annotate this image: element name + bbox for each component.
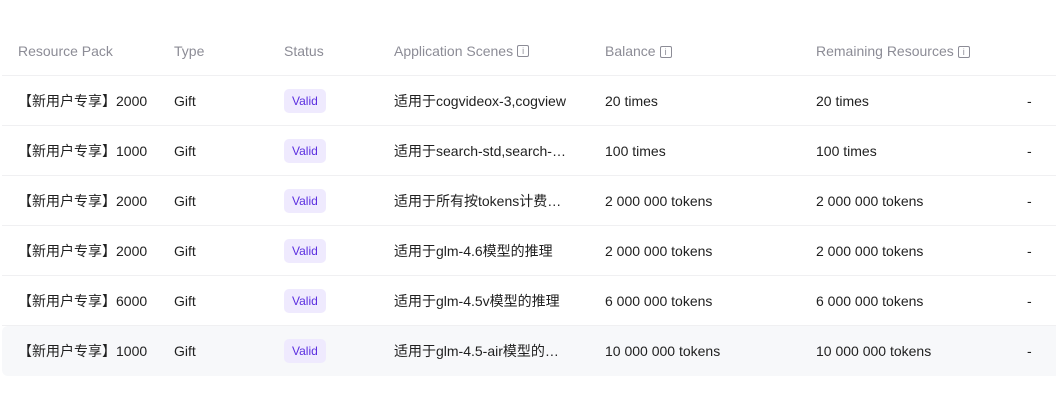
cell-resource-pack: 【新用户专享】2000 xyxy=(18,92,148,109)
header-type: Type xyxy=(174,42,205,59)
header-status: Status xyxy=(284,42,324,59)
cell-balance: 2 000 000 tokens xyxy=(605,192,713,209)
table-row[interactable]: 【新用户专享】1000 Gift Valid 适用于search-std,sea… xyxy=(2,126,1056,176)
cell-extra: - xyxy=(1027,92,1032,109)
cell-status: Valid xyxy=(284,288,394,313)
status-badge: Valid xyxy=(284,138,326,163)
cell-application-scenes: 适用于glm-4.5v模型的推理 xyxy=(394,292,560,309)
cell-type: Gift xyxy=(174,192,196,209)
table-row[interactable]: 【新用户专享】6000 Gift Valid 适用于glm-4.5v模型的推理 … xyxy=(2,276,1056,326)
cell-application-scenes: 适用于glm-4.6模型的推理 xyxy=(394,242,553,259)
cell-application-scenes: 适用于glm-4.5-air模型的推理 xyxy=(394,343,572,359)
cell-type: Gift xyxy=(174,343,196,359)
cell-resource-pack: 【新用户专享】2000 xyxy=(18,242,148,259)
cell-type: Gift xyxy=(174,92,196,109)
header-resource-pack: Resource Pack xyxy=(18,42,113,59)
cell-remaining: 100 times xyxy=(816,142,877,159)
cell-status: Valid xyxy=(284,339,394,363)
info-icon[interactable]: i xyxy=(659,45,672,58)
cell-status: Valid xyxy=(284,88,394,113)
cell-remaining: 10 000 000 tokens xyxy=(816,343,932,359)
cell-balance: 10 000 000 tokens xyxy=(605,343,721,359)
status-badge: Valid xyxy=(284,288,326,313)
cell-type: Gift xyxy=(174,142,196,159)
status-badge: Valid xyxy=(284,339,326,363)
table-row[interactable]: 【新用户专享】2000 Gift Valid 适用于cogvideox-3,co… xyxy=(2,76,1056,126)
cell-balance: 100 times xyxy=(605,142,666,159)
cell-remaining: 2 000 000 tokens xyxy=(816,242,924,259)
cell-remaining: 2 000 000 tokens xyxy=(816,192,924,209)
header-balance: Balance i xyxy=(605,43,816,59)
cell-extra: - xyxy=(1027,343,1032,359)
header-application-scenes: Application Scenes i xyxy=(394,42,605,59)
status-badge: Valid xyxy=(284,238,326,263)
cell-application-scenes: 适用于search-std,search-pro xyxy=(394,142,572,159)
cell-remaining: 6 000 000 tokens xyxy=(816,292,924,309)
cell-balance: 20 times xyxy=(605,92,658,109)
cell-application-scenes: 适用于cogvideox-3,cogview xyxy=(394,92,566,109)
cell-resource-pack: 【新用户专享】2000 xyxy=(18,192,148,209)
cell-resource-pack: 【新用户专享】6000 xyxy=(18,292,148,309)
cell-type: Gift xyxy=(174,292,196,309)
table-row[interactable]: 【新用户专享】1000 Gift Valid 适用于glm-4.5-air模型的… xyxy=(2,326,1056,376)
info-icon[interactable]: i xyxy=(957,45,970,58)
cell-status: Valid xyxy=(284,138,394,163)
cell-resource-pack: 【新用户专享】1000 xyxy=(18,343,148,359)
info-icon[interactable]: i xyxy=(517,45,530,58)
cell-balance: 2 000 000 tokens xyxy=(605,242,713,259)
cell-application-scenes: 适用于所有按tokens计费的模型 xyxy=(394,192,572,209)
resource-pack-table: Resource Pack Type Status Application Sc… xyxy=(2,26,1056,376)
cell-status: Valid xyxy=(284,238,394,263)
table-header: Resource Pack Type Status Application Sc… xyxy=(2,26,1056,76)
cell-type: Gift xyxy=(174,242,196,259)
cell-balance: 6 000 000 tokens xyxy=(605,292,713,309)
cell-extra: - xyxy=(1027,142,1032,159)
cell-extra: - xyxy=(1027,192,1032,209)
cell-resource-pack: 【新用户专享】1000 xyxy=(18,142,148,159)
table-row[interactable]: 【新用户专享】2000 Gift Valid 适用于所有按tokens计费的模型… xyxy=(2,176,1056,226)
status-badge: Valid xyxy=(284,88,326,113)
cell-extra: - xyxy=(1027,292,1032,309)
cell-remaining: 20 times xyxy=(816,92,869,109)
header-remaining-resources: Remaining Resources i xyxy=(816,43,1027,59)
table-row[interactable]: 【新用户专享】2000 Gift Valid 适用于glm-4.6模型的推理 2… xyxy=(2,226,1056,276)
cell-extra: - xyxy=(1027,242,1032,259)
cell-status: Valid xyxy=(284,188,394,213)
status-badge: Valid xyxy=(284,188,326,213)
